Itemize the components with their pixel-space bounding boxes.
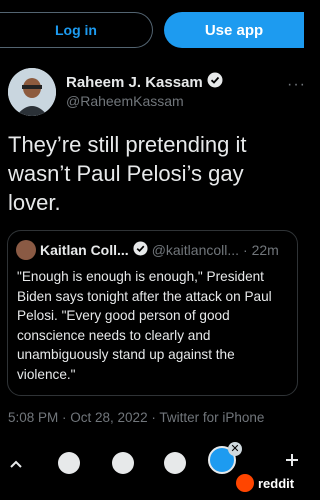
top-bar: Log in Use app (0, 0, 304, 60)
log-in-button[interactable]: Log in (0, 12, 153, 48)
share-app-icon[interactable] (112, 452, 134, 474)
reddit-watermark-label: reddit (258, 475, 295, 491)
reddit-watermark: reddit (236, 472, 294, 494)
author-handle[interactable]: @RaheemKassam (66, 93, 184, 109)
reddit-logo-icon (236, 474, 254, 492)
quoted-tweet[interactable]: Kaitlan Coll... @kaitlancoll... · 22m "E… (7, 230, 298, 396)
quoted-tweet-text: "Enough is enough is enough," President … (17, 269, 272, 382)
tweet-text: They’re still pretending it wasn’t Paul … (8, 132, 247, 215)
plus-icon[interactable] (286, 454, 298, 466)
more-options-icon[interactable]: ··· (287, 76, 306, 94)
share-app-icon-2[interactable] (164, 452, 186, 474)
chevron-up-icon[interactable] (10, 460, 22, 468)
quoted-tweet-time: · 22m (243, 242, 279, 258)
quoted-author-name: Kaitlan Coll... (40, 242, 129, 258)
quoted-verified-badge-icon (133, 241, 148, 259)
use-app-button[interactable]: Use app (164, 12, 304, 48)
tweet-timestamp[interactable]: 5:08 PM · Oct 28, 2022 · Twitter for iPh… (8, 410, 264, 425)
close-icon[interactable]: ✕ (228, 442, 242, 456)
author-avatar[interactable] (8, 68, 56, 116)
verified-badge-icon (207, 72, 223, 92)
quoted-tweet-header: Kaitlan Coll... @kaitlancoll... · 22m (16, 240, 279, 260)
mastodon-icon[interactable] (58, 452, 80, 474)
author-name[interactable]: Raheem J. Kassam (66, 74, 203, 91)
quoted-author-handle: @kaitlancoll... (151, 242, 240, 258)
author-name-row[interactable]: Raheem J. Kassam (66, 72, 223, 92)
quoted-author-avatar (16, 240, 36, 260)
